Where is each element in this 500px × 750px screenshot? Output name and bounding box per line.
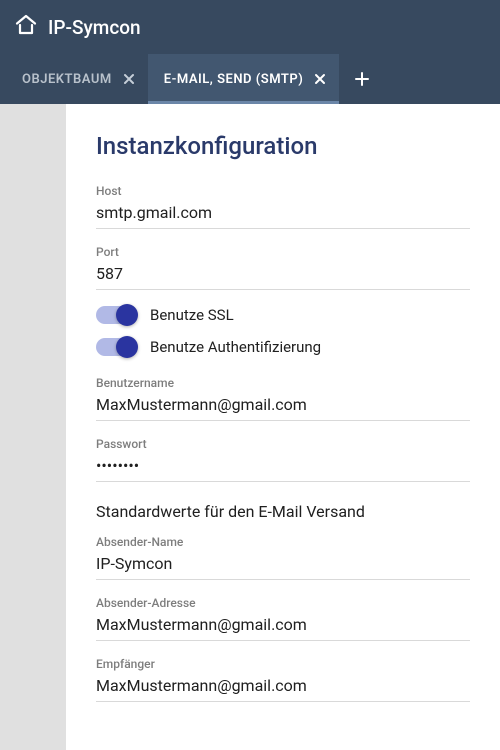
sender-name-input[interactable] <box>96 551 470 580</box>
panel-title: Instanzkonfiguration <box>96 132 470 160</box>
field-port: Port <box>96 245 470 290</box>
host-input[interactable] <box>96 200 470 229</box>
close-icon[interactable] <box>122 72 136 86</box>
app-title: IP-Symcon <box>48 16 141 39</box>
content-area: Instanzkonfiguration Host Port Benutze S… <box>0 104 500 750</box>
field-sender-address: Absender-Adresse <box>96 596 470 641</box>
auth-toggle[interactable] <box>96 338 136 356</box>
recipient-label: Empfänger <box>96 657 470 671</box>
field-password: Passwort <box>96 437 470 482</box>
field-host: Host <box>96 184 470 229</box>
app-header: IP-Symcon <box>0 0 500 54</box>
field-recipient: Empfänger <box>96 657 470 702</box>
password-input[interactable] <box>96 453 470 482</box>
sender-address-label: Absender-Adresse <box>96 596 470 610</box>
recipient-input[interactable] <box>96 673 470 702</box>
field-username: Benutzername <box>96 376 470 421</box>
host-label: Host <box>96 184 470 198</box>
add-tab-button[interactable] <box>339 54 385 104</box>
config-panel: Instanzkonfiguration Host Port Benutze S… <box>66 104 500 750</box>
password-label: Passwort <box>96 437 470 451</box>
defaults-heading: Standardwerte für den E-Mail Versand <box>96 502 470 521</box>
port-label: Port <box>96 245 470 259</box>
sender-name-label: Absender-Name <box>96 535 470 549</box>
tab-bar: OBJEKTBAUM E-MAIL, SEND (SMTP) <box>0 54 500 104</box>
username-input[interactable] <box>96 392 470 421</box>
ssl-toggle-label: Benutze SSL <box>150 306 234 324</box>
tab-label: OBJEKTBAUM <box>22 72 112 87</box>
ssl-toggle[interactable] <box>96 306 136 324</box>
tab-objektbaum[interactable]: OBJEKTBAUM <box>6 54 148 104</box>
toggle-ssl-row: Benutze SSL <box>96 306 470 324</box>
tab-email-send-smtp[interactable]: E-MAIL, SEND (SMTP) <box>148 54 340 104</box>
field-sender-name: Absender-Name <box>96 535 470 580</box>
sender-address-input[interactable] <box>96 612 470 641</box>
toggle-auth-row: Benutze Authentifizierung <box>96 338 470 356</box>
home-icon <box>14 13 38 41</box>
auth-toggle-label: Benutze Authentifizierung <box>150 338 321 356</box>
tab-label: E-MAIL, SEND (SMTP) <box>164 72 304 87</box>
username-label: Benutzername <box>96 376 470 390</box>
port-input[interactable] <box>96 261 470 290</box>
close-icon[interactable] <box>313 72 327 86</box>
